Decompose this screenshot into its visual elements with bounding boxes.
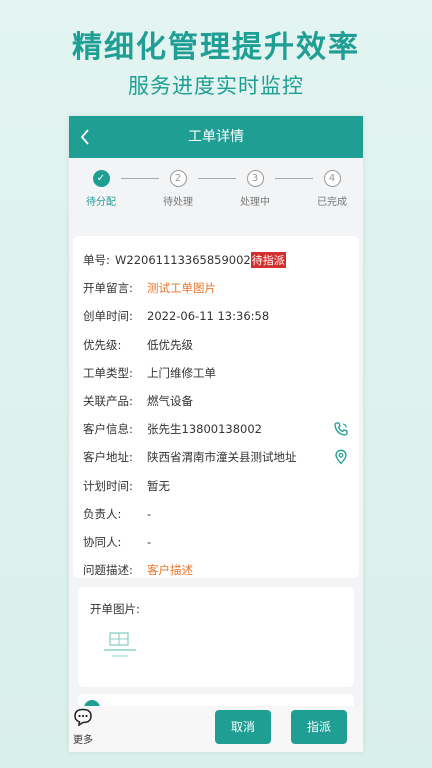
field-row-collaborator: 协同人: - [83,528,351,556]
bottom-action-bar: 更多 取消 指派 [69,706,363,752]
chat-bubble-icon [74,708,92,727]
step-number: 3 [246,170,264,187]
step-label: 处理中 [240,197,270,208]
field-value: - [147,506,152,521]
field-row-product: 关联产品: 燃气设备 [83,387,351,415]
step-pending-process: 2 待处理 [153,170,203,208]
phone-call-icon[interactable] [333,421,349,437]
images-label: 开单图片: [90,602,140,616]
cancel-button[interactable]: 取消 [215,710,271,744]
step-number: 4 [323,170,341,187]
field-key: 开单留言: [83,281,133,296]
field-key: 创单时间: [83,309,133,324]
field-value: 客户描述 [147,563,193,578]
step-processing: 3 处理中 [230,170,280,208]
field-key: 问题描述: [83,563,133,578]
page-title: 工单详情 [188,129,244,145]
step-label: 待处理 [163,197,193,208]
field-key: 关联产品: [83,394,133,409]
more-button[interactable]: 更多 [71,708,95,746]
field-key: 负责人: [83,506,122,521]
field-key: 客户信息: [83,422,133,437]
field-key: 优先级: [83,337,122,352]
more-label: 更多 [73,735,93,746]
field-value: - [147,534,152,549]
field-value: 上门维修工单 [147,365,216,380]
field-row-address: 客户地址: 陕西省渭南市潼关县测试地址 [83,443,351,471]
field-row-priority: 优先级: 低优先级 [83,331,351,359]
order-number-row: 单号: W22061113365859002 待指派 [83,246,351,274]
promo-subtitle: 服务进度实时监控 [128,74,304,98]
order-images-card: 开单图片: [78,587,354,687]
field-key: 协同人: [83,534,122,549]
field-row-plan-time: 计划时间: 暂无 [83,472,351,500]
step-completed: 4 已完成 [307,170,357,208]
field-value: 低优先级 [147,337,193,352]
step-label: 已完成 [317,197,347,208]
field-key: 单号: [83,253,110,268]
field-value: 测试工单图片 [147,281,216,296]
status-badge: 待指派 [250,252,286,269]
assign-button[interactable]: 指派 [291,710,347,744]
order-image-thumbnail[interactable] [102,629,138,663]
app-bar: 工单详情 [69,116,363,158]
field-row-owner: 负责人: - [83,500,351,528]
check-icon: ✓ [92,170,110,187]
field-key: 客户地址: [83,450,133,465]
step-number: 2 [169,170,187,187]
step-pending-assign: ✓ 待分配 [76,170,126,208]
phone-screen: 工单详情 ✓ 待分配 2 待处理 3 处理中 4 已完成 单号: W220611… [69,116,363,752]
promo-title: 精细化管理提升效率 [72,30,360,65]
order-number: W22061113365859002 [115,253,251,268]
field-key: 工单类型: [83,365,133,380]
progress-steps: ✓ 待分配 2 待处理 3 处理中 4 已完成 [69,158,363,222]
field-row-created: 创单时间: 2022-06-11 13:36:58 [83,302,351,330]
field-key: 计划时间: [83,478,133,493]
field-row-type: 工单类型: 上门维修工单 [83,359,351,387]
step-label: 待分配 [86,197,116,208]
field-row-message: 开单留言: 测试工单图片 [83,274,351,302]
field-value: 暂无 [147,478,170,493]
location-pin-icon[interactable] [333,449,349,465]
field-value: 燃气设备 [147,394,193,409]
field-row-customer: 客户信息: 张先生13800138002 [83,415,351,443]
field-value: 2022-06-11 13:36:58 [147,309,270,324]
field-row-problem: 问题描述: 客户描述 [83,556,351,584]
field-value: 陕西省渭南市潼关县测试地址 [147,450,297,465]
order-detail-card: 单号: W22061113365859002 待指派 开单留言: 测试工单图片 创… [73,236,359,578]
field-value: 张先生13800138002 [147,422,262,437]
